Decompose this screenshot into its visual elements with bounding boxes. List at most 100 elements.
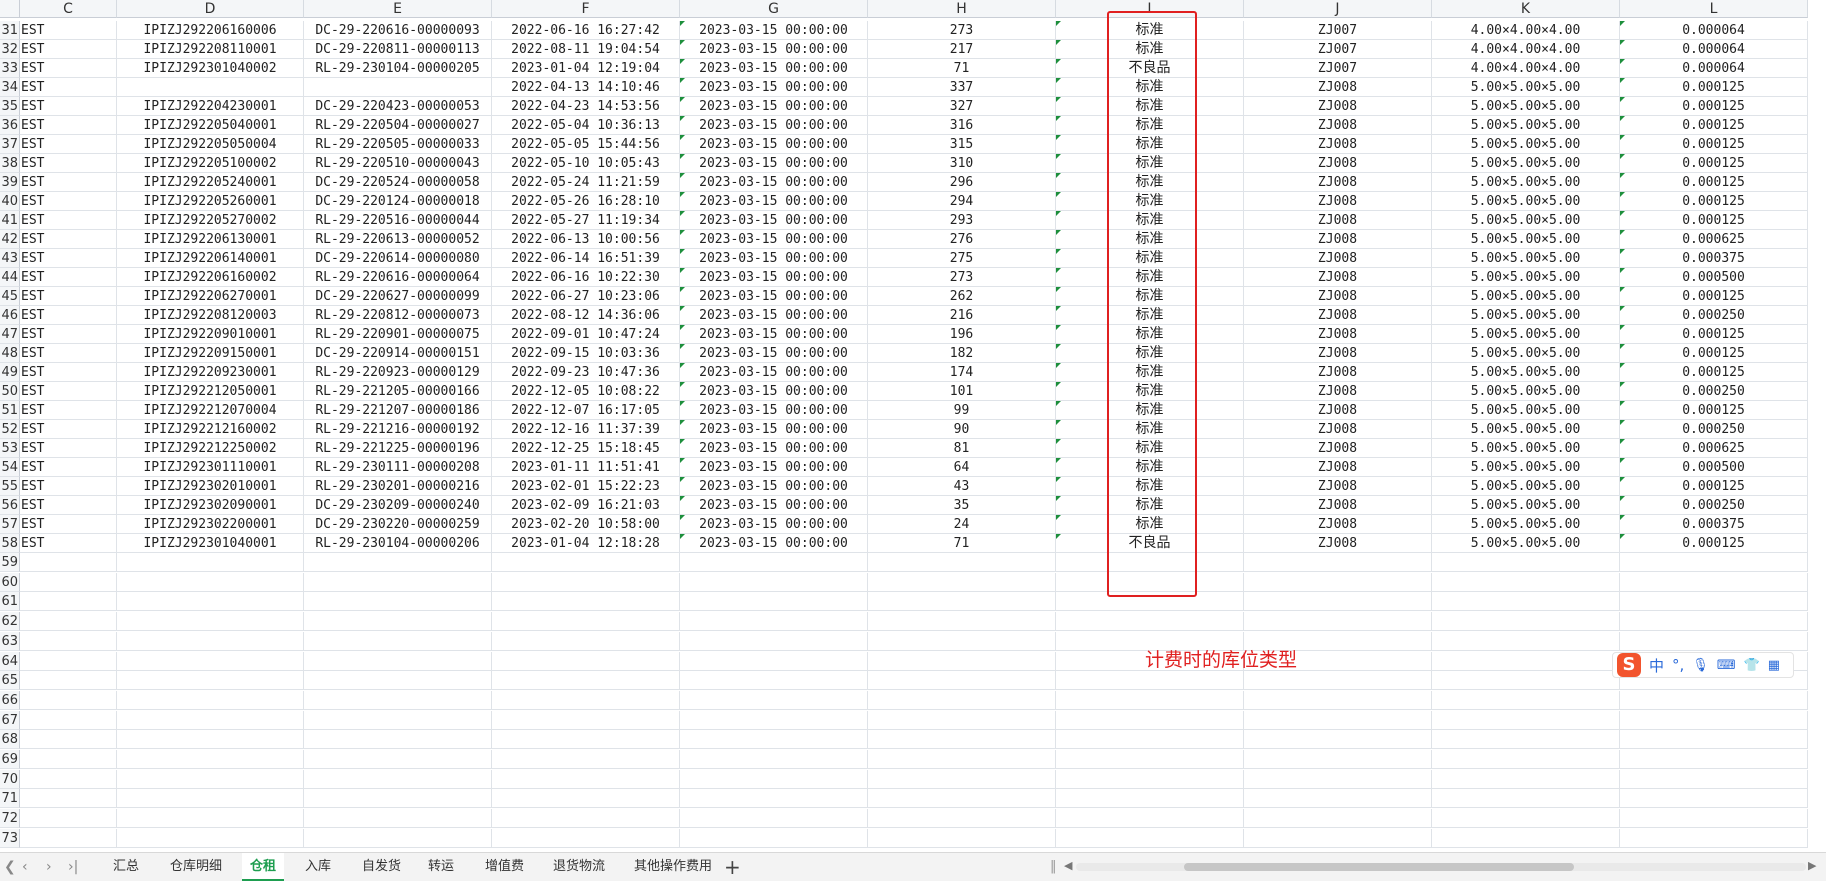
cell-f[interactable]: 2022-05-24 11:21:59 bbox=[492, 173, 680, 192]
cell-k[interactable] bbox=[1432, 809, 1620, 829]
row-header[interactable]: 55 bbox=[0, 477, 20, 496]
cell-e[interactable]: DC-29-220616-00000093 bbox=[304, 21, 492, 40]
cell-e[interactable] bbox=[304, 769, 492, 789]
cell-c[interactable] bbox=[20, 553, 117, 572]
cell-f[interactable]: 2022-04-13 14:10:46 bbox=[492, 78, 680, 97]
cell-d[interactable] bbox=[117, 592, 304, 612]
cell-c[interactable] bbox=[20, 572, 117, 592]
cell-d[interactable] bbox=[117, 612, 304, 632]
cell-h[interactable]: 310 bbox=[868, 154, 1056, 173]
cell-c[interactable] bbox=[20, 789, 117, 809]
cell-h[interactable]: 294 bbox=[868, 192, 1056, 211]
sheet-tab[interactable]: 仓库明细 bbox=[170, 853, 222, 881]
cell-h[interactable] bbox=[868, 809, 1056, 829]
cell-l[interactable] bbox=[1620, 730, 1808, 750]
cell-d[interactable]: IPIZJ292209150001 bbox=[117, 344, 304, 363]
row-header[interactable]: 44 bbox=[0, 268, 20, 287]
select-all-corner[interactable] bbox=[0, 0, 20, 18]
cell-f[interactable] bbox=[492, 651, 680, 671]
cell-j[interactable]: ZJ008 bbox=[1244, 211, 1432, 230]
cell-e[interactable] bbox=[304, 612, 492, 632]
first-sheet-icon[interactable]: ❮ bbox=[4, 859, 16, 875]
cell-d[interactable]: IPIZJ292212070004 bbox=[117, 401, 304, 420]
cell-d[interactable]: IPIZJ292204230001 bbox=[117, 97, 304, 116]
cell-d[interactable] bbox=[117, 750, 304, 769]
cell-h[interactable]: 296 bbox=[868, 173, 1056, 192]
cell-c[interactable]: EST bbox=[20, 363, 117, 382]
cell-e[interactable]: DC-29-230220-00000259 bbox=[304, 515, 492, 534]
cell-g[interactable]: 2023-03-15 00:00:00 bbox=[680, 306, 868, 325]
cell-j[interactable]: ZJ008 bbox=[1244, 420, 1432, 439]
cell-h[interactable] bbox=[868, 828, 1056, 848]
cell-k[interactable]: 5.00×5.00×5.00 bbox=[1432, 382, 1620, 401]
cell-h[interactable]: 71 bbox=[868, 534, 1056, 553]
cell-i[interactable]: 标准 bbox=[1056, 515, 1244, 534]
column-header-e[interactable]: E bbox=[304, 0, 492, 18]
cell-c[interactable]: EST bbox=[20, 534, 117, 553]
cell-h[interactable]: 35 bbox=[868, 496, 1056, 515]
cell-d[interactable]: IPIZJ292302010001 bbox=[117, 477, 304, 496]
cell-e[interactable] bbox=[304, 671, 492, 691]
cell-i[interactable]: 标准 bbox=[1056, 325, 1244, 344]
cell-f[interactable]: 2022-04-23 14:53:56 bbox=[492, 97, 680, 116]
row-header[interactable]: 62 bbox=[0, 612, 20, 632]
cell-l[interactable] bbox=[1620, 828, 1808, 848]
cell-g[interactable]: 2023-03-15 00:00:00 bbox=[680, 97, 868, 116]
cell-h[interactable] bbox=[868, 730, 1056, 750]
row-header[interactable]: 50 bbox=[0, 382, 20, 401]
cell-c[interactable] bbox=[20, 690, 117, 710]
row-header[interactable]: 52 bbox=[0, 420, 20, 439]
cell-g[interactable]: 2023-03-15 00:00:00 bbox=[680, 173, 868, 192]
cell-h[interactable]: 273 bbox=[868, 268, 1056, 287]
cell-j[interactable] bbox=[1244, 789, 1432, 809]
cell-j[interactable] bbox=[1244, 809, 1432, 829]
cell-j[interactable] bbox=[1244, 572, 1432, 592]
cell-c[interactable]: EST bbox=[20, 401, 117, 420]
cell-c[interactable] bbox=[20, 750, 117, 769]
cell-l[interactable] bbox=[1620, 809, 1808, 829]
cell-k[interactable]: 5.00×5.00×5.00 bbox=[1432, 211, 1620, 230]
cell-d[interactable]: IPIZJ292206160002 bbox=[117, 268, 304, 287]
cell-d[interactable]: IPIZJ292205100002 bbox=[117, 154, 304, 173]
cell-e[interactable]: RL-29-220505-00000033 bbox=[304, 135, 492, 154]
cell-j[interactable]: ZJ008 bbox=[1244, 325, 1432, 344]
cell-i[interactable]: 标准 bbox=[1056, 306, 1244, 325]
cell-f[interactable]: 2022-05-10 10:05:43 bbox=[492, 154, 680, 173]
cell-j[interactable]: ZJ008 bbox=[1244, 173, 1432, 192]
cell-h[interactable]: 101 bbox=[868, 382, 1056, 401]
cell-d[interactable] bbox=[117, 631, 304, 651]
cell-j[interactable]: ZJ008 bbox=[1244, 496, 1432, 515]
cell-c[interactable] bbox=[20, 769, 117, 789]
cell-i[interactable]: 标准 bbox=[1056, 97, 1244, 116]
cell-f[interactable]: 2022-06-14 16:51:39 bbox=[492, 249, 680, 268]
cell-g[interactable] bbox=[680, 710, 868, 730]
cell-e[interactable]: DC-29-220423-00000053 bbox=[304, 97, 492, 116]
cell-l[interactable] bbox=[1620, 769, 1808, 789]
cell-l[interactable]: 0.000375 bbox=[1620, 249, 1808, 268]
cell-j[interactable]: ZJ008 bbox=[1244, 477, 1432, 496]
row-header[interactable]: 72 bbox=[0, 809, 20, 829]
cell-d[interactable]: IPIZJ292212250002 bbox=[117, 439, 304, 458]
cell-g[interactable] bbox=[680, 730, 868, 750]
cell-g[interactable]: 2023-03-15 00:00:00 bbox=[680, 249, 868, 268]
cell-e[interactable] bbox=[304, 572, 492, 592]
cell-j[interactable]: ZJ008 bbox=[1244, 515, 1432, 534]
column-header-h[interactable]: H bbox=[868, 0, 1056, 18]
cell-d[interactable]: IPIZJ292302200001 bbox=[117, 515, 304, 534]
cell-h[interactable] bbox=[868, 671, 1056, 691]
cell-k[interactable]: 5.00×5.00×5.00 bbox=[1432, 135, 1620, 154]
cell-e[interactable]: RL-29-220901-00000075 bbox=[304, 325, 492, 344]
cell-g[interactable]: 2023-03-15 00:00:00 bbox=[680, 363, 868, 382]
cell-f[interactable]: 2022-12-05 10:08:22 bbox=[492, 382, 680, 401]
cell-c[interactable]: EST bbox=[20, 135, 117, 154]
cell-e[interactable]: DC-29-220614-00000080 bbox=[304, 249, 492, 268]
cell-i[interactable]: 标准 bbox=[1056, 211, 1244, 230]
cell-j[interactable]: ZJ007 bbox=[1244, 21, 1432, 40]
cell-f[interactable]: 2022-08-12 14:36:06 bbox=[492, 306, 680, 325]
cell-h[interactable] bbox=[868, 750, 1056, 769]
cell-k[interactable]: 5.00×5.00×5.00 bbox=[1432, 154, 1620, 173]
cell-e[interactable] bbox=[304, 809, 492, 829]
sheet-tab[interactable]: 增值费 bbox=[485, 853, 524, 881]
cell-c[interactable]: EST bbox=[20, 477, 117, 496]
cell-e[interactable] bbox=[304, 78, 492, 97]
